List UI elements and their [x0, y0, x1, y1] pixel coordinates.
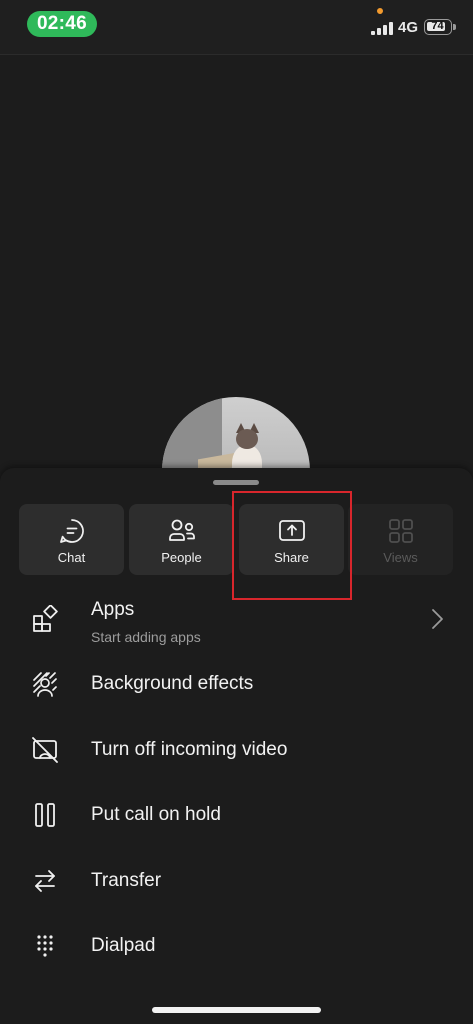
share-label: Share	[274, 550, 309, 565]
people-icon	[168, 519, 195, 541]
home-indicator[interactable]	[152, 1007, 321, 1013]
background-effects-icon	[33, 672, 57, 698]
chat-icon	[59, 519, 84, 543]
apps-subtitle: Start adding apps	[91, 629, 201, 645]
dialpad-item[interactable]: Dialpad	[0, 914, 473, 980]
battery-icon: 74	[424, 19, 452, 35]
status-time: 02:46	[27, 11, 97, 37]
share-screen-icon	[278, 520, 305, 541]
transfer-title: Transfer	[91, 869, 162, 891]
status-bar: 02:46 4G 74	[0, 0, 473, 54]
network-type: 4G	[398, 19, 419, 36]
sheet-grabber[interactable]	[213, 480, 259, 485]
battery-tip	[453, 24, 456, 30]
dialpad-icon	[37, 935, 53, 957]
video-off-icon	[32, 736, 58, 763]
call-options-sheet: Chat People Share Views Apps Start addin…	[0, 468, 473, 1024]
background-effects-item[interactable]: Background effects	[0, 652, 473, 718]
call-video-area	[0, 54, 473, 484]
quick-actions-row: Chat People Share Views	[19, 504, 453, 576]
hold-title: Put call on hold	[91, 804, 221, 826]
dialpad-title: Dialpad	[91, 935, 156, 957]
battery-level: 74	[431, 20, 444, 32]
people-label: People	[161, 550, 202, 565]
privacy-indicator-dot	[377, 8, 383, 14]
transfer-icon	[35, 869, 55, 892]
pause-icon	[35, 803, 55, 828]
chat-button[interactable]: Chat	[19, 504, 124, 575]
transfer-item[interactable]: Transfer	[0, 848, 473, 914]
put-call-on-hold-item[interactable]: Put call on hold	[0, 783, 473, 849]
share-button[interactable]: Share	[239, 504, 344, 575]
chevron-right-icon	[432, 608, 443, 629]
options-menu: Apps Start adding apps Background effect…	[0, 586, 473, 979]
views-grid-icon	[388, 519, 413, 543]
turn-off-incoming-video-item[interactable]: Turn off incoming video	[0, 717, 473, 783]
chat-label: Chat	[57, 550, 86, 565]
views-button[interactable]: Views	[348, 504, 453, 575]
background-effects-title: Background effects	[91, 673, 254, 695]
apps-item[interactable]: Apps Start adding apps	[0, 586, 473, 652]
cellular-signal-icon	[371, 22, 393, 35]
apps-title: Apps	[91, 599, 135, 620]
views-label: Views	[383, 550, 418, 565]
apps-icon	[33, 604, 58, 632]
incoming-video-title: Turn off incoming video	[91, 738, 288, 760]
people-button[interactable]: People	[129, 504, 234, 575]
